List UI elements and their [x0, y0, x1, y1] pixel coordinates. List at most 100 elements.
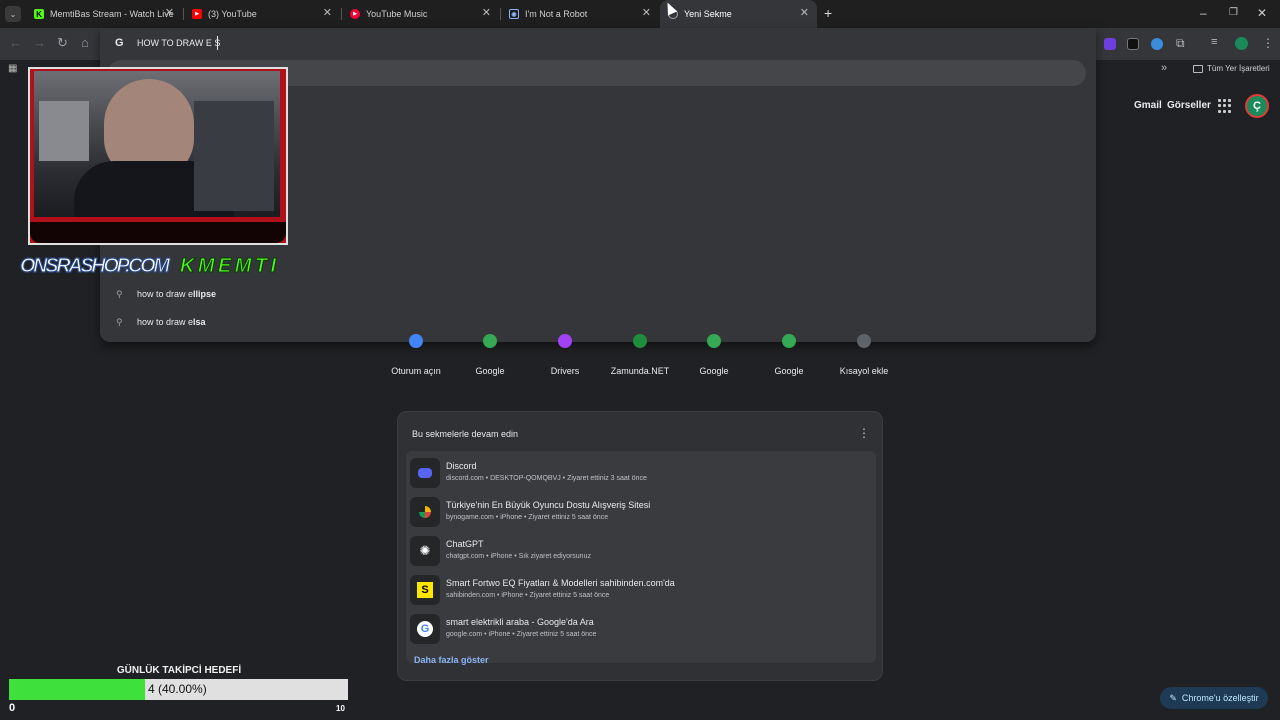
list-item[interactable]: Discord discord.com • DESKTOP-QOMQBVJ • …: [406, 455, 876, 493]
sahibinden-icon: S: [410, 575, 440, 605]
bookmarks-overflow[interactable]: »: [1161, 62, 1167, 74]
suggestion-prefix: how to draw e: [137, 317, 194, 327]
tab-new-tab[interactable]: Yeni Sekme ✕: [660, 0, 817, 28]
text-caret: [217, 36, 218, 50]
logo-brand: KMEMTI: [180, 255, 276, 276]
shortcut-label: Google: [699, 366, 729, 376]
shortcut-label: Google: [475, 366, 505, 376]
google-apps-icon[interactable]: [1218, 99, 1232, 113]
tab-youtube-music[interactable]: ▶ YouTube Music ✕: [342, 0, 499, 28]
suggestion-completion: llipse: [193, 289, 217, 299]
close-icon[interactable]: ✕: [323, 8, 332, 19]
webcam-overlay: [28, 67, 288, 245]
shortcut-label: Google: [774, 366, 804, 376]
tab-title: (3) YouTube: [208, 9, 257, 19]
reload-icon[interactable]: ↻: [57, 36, 68, 50]
chatgpt-icon: ✺: [410, 536, 440, 566]
shortcut-label: Kısayol ekle: [839, 366, 889, 376]
add-shortcut-icon: [857, 334, 871, 348]
tab-youtube[interactable]: ▶ (3) YouTube ✕: [184, 0, 340, 28]
extension-icon[interactable]: [1151, 38, 1163, 50]
close-icon[interactable]: ✕: [800, 8, 809, 19]
list-item[interactable]: S Smart Fortwo EQ Fiyatları & Modelleri …: [406, 572, 876, 610]
item-subtitle: chatgpt.com • iPhone • Sık ziyaret ediyo…: [446, 553, 591, 560]
goal-min: 0: [9, 702, 16, 714]
google-g-icon: G: [115, 37, 124, 49]
stream-logo: ONSRASHOP.COM KMEMTI: [20, 254, 277, 276]
tab-title: YouTube Music: [366, 9, 428, 19]
goal-progress-bar: 4 (40.00%): [9, 679, 348, 700]
shortcut-label: Zamunda.NET: [610, 366, 670, 376]
close-icon[interactable]: ✕: [642, 8, 651, 19]
close-icon[interactable]: ✕: [165, 8, 174, 19]
goal-current: 4 (40.00%): [148, 682, 207, 696]
card-title: Bu sekmelerle devam edin: [412, 429, 519, 439]
tab-title: I'm Not a Robot: [525, 9, 588, 19]
tab-title: Yeni Sekme: [684, 9, 732, 19]
item-subtitle: google.com • iPhone • Ziyaret ettiniz 5 …: [446, 631, 597, 638]
item-subtitle: sahibinden.com • iPhone • Ziyaret ettini…: [446, 592, 610, 599]
list-item[interactable]: Türkiye'nin En Büyük Oyuncu Dostu Alışve…: [406, 494, 876, 532]
profile-icon-small[interactable]: [1235, 37, 1248, 50]
list-item[interactable]: ✺ ChatGPT chatgpt.com • iPhone • Sık ziy…: [406, 533, 876, 571]
media-icon[interactable]: ≡: [1211, 36, 1217, 48]
shortcut-tile[interactable]: Google: [753, 330, 825, 382]
suggestion-prefix: how to draw e: [137, 289, 194, 299]
omnibox-input[interactable]: HOW TO DRAW E S: [137, 38, 220, 48]
menu-icon[interactable]: ⋮: [1262, 36, 1274, 50]
back-icon[interactable]: ←: [9, 36, 22, 50]
shortcut-icon: [782, 334, 796, 348]
item-subtitle: bynogame.com • iPhone • Ziyaret ettiniz …: [446, 514, 609, 521]
google-icon: G: [410, 614, 440, 644]
suggestion-item[interactable]: ⚲ how to draw ellipse: [100, 282, 1096, 306]
all-bookmarks-label: Tüm Yer İşaretleri: [1207, 64, 1270, 73]
shortcut-tile[interactable]: Google: [454, 330, 526, 382]
images-link[interactable]: Görseller: [1167, 100, 1211, 111]
shortcut-tile[interactable]: Oturum açın: [380, 330, 452, 382]
item-title: smart elektrikli araba - Google'da Ara: [446, 617, 594, 627]
pencil-icon: ✎: [1169, 692, 1177, 703]
forward-icon[interactable]: →: [33, 36, 46, 50]
extension-icon[interactable]: [1104, 38, 1116, 50]
shortcut-label: Oturum açın: [391, 366, 441, 376]
minimize-icon[interactable]: –: [1200, 6, 1207, 20]
shortcut-icon: [707, 334, 721, 348]
puzzle-icon[interactable]: ⧉: [1176, 36, 1185, 51]
avatar[interactable]: Ç: [1245, 94, 1269, 118]
shortcut-icon: [633, 334, 647, 348]
goal-title: GÜNLÜK TAKİPCİ HEDEFİ: [116, 665, 242, 676]
kick-icon: K: [34, 9, 44, 19]
apps-grid-icon[interactable]: ▦: [8, 63, 17, 74]
goal-progress-fill: [9, 679, 145, 700]
close-window-icon[interactable]: ✕: [1257, 6, 1267, 20]
customize-chrome-button[interactable]: ✎ Chrome'u özelleştir: [1160, 687, 1268, 709]
list-item[interactable]: G smart elektrikli araba - Google'da Ara…: [406, 611, 876, 649]
home-icon[interactable]: ⌂: [81, 36, 89, 50]
new-tab-button[interactable]: +: [824, 6, 832, 20]
all-bookmarks[interactable]: Tüm Yer İşaretleri: [1193, 64, 1270, 73]
search-icon: ⚲: [116, 288, 123, 299]
item-title: ChatGPT: [446, 539, 484, 549]
shortcut-tile[interactable]: Drivers: [529, 330, 601, 382]
shortcut-tile[interactable]: Kısayol ekle: [828, 330, 900, 382]
tab-not-a-robot[interactable]: ◉ I'm Not a Robot ✕: [501, 0, 659, 28]
show-more-link[interactable]: Daha fazla göster: [414, 655, 489, 665]
youtube-music-icon: ▶: [350, 9, 360, 19]
gmail-link[interactable]: Gmail: [1134, 100, 1162, 111]
item-title: Türkiye'nin En Büyük Oyuncu Dostu Alışve…: [446, 500, 651, 510]
suggestion-completion: lsa: [193, 317, 206, 327]
restore-icon[interactable]: ❐: [1229, 6, 1238, 20]
logo-text: ONSRASHOP.COM: [20, 255, 171, 276]
card-list: Discord discord.com • DESKTOP-QOMQBVJ • …: [406, 451, 876, 663]
tab-search-button[interactable]: ⌄: [5, 6, 21, 22]
folder-icon: [1193, 64, 1203, 73]
extension-icon[interactable]: [1127, 38, 1139, 50]
close-icon[interactable]: ✕: [482, 8, 491, 19]
more-options-icon[interactable]: ⋮: [858, 426, 870, 440]
shortcut-icon: [483, 334, 497, 348]
shortcut-tile[interactable]: Google: [678, 330, 750, 382]
tab-memtibas[interactable]: K MemtiBas Stream - Watch Live ✕: [26, 0, 182, 28]
item-title: Discord: [446, 461, 477, 471]
goal-max: 10: [336, 704, 345, 713]
shortcut-tile[interactable]: Zamunda.NET: [604, 330, 676, 382]
